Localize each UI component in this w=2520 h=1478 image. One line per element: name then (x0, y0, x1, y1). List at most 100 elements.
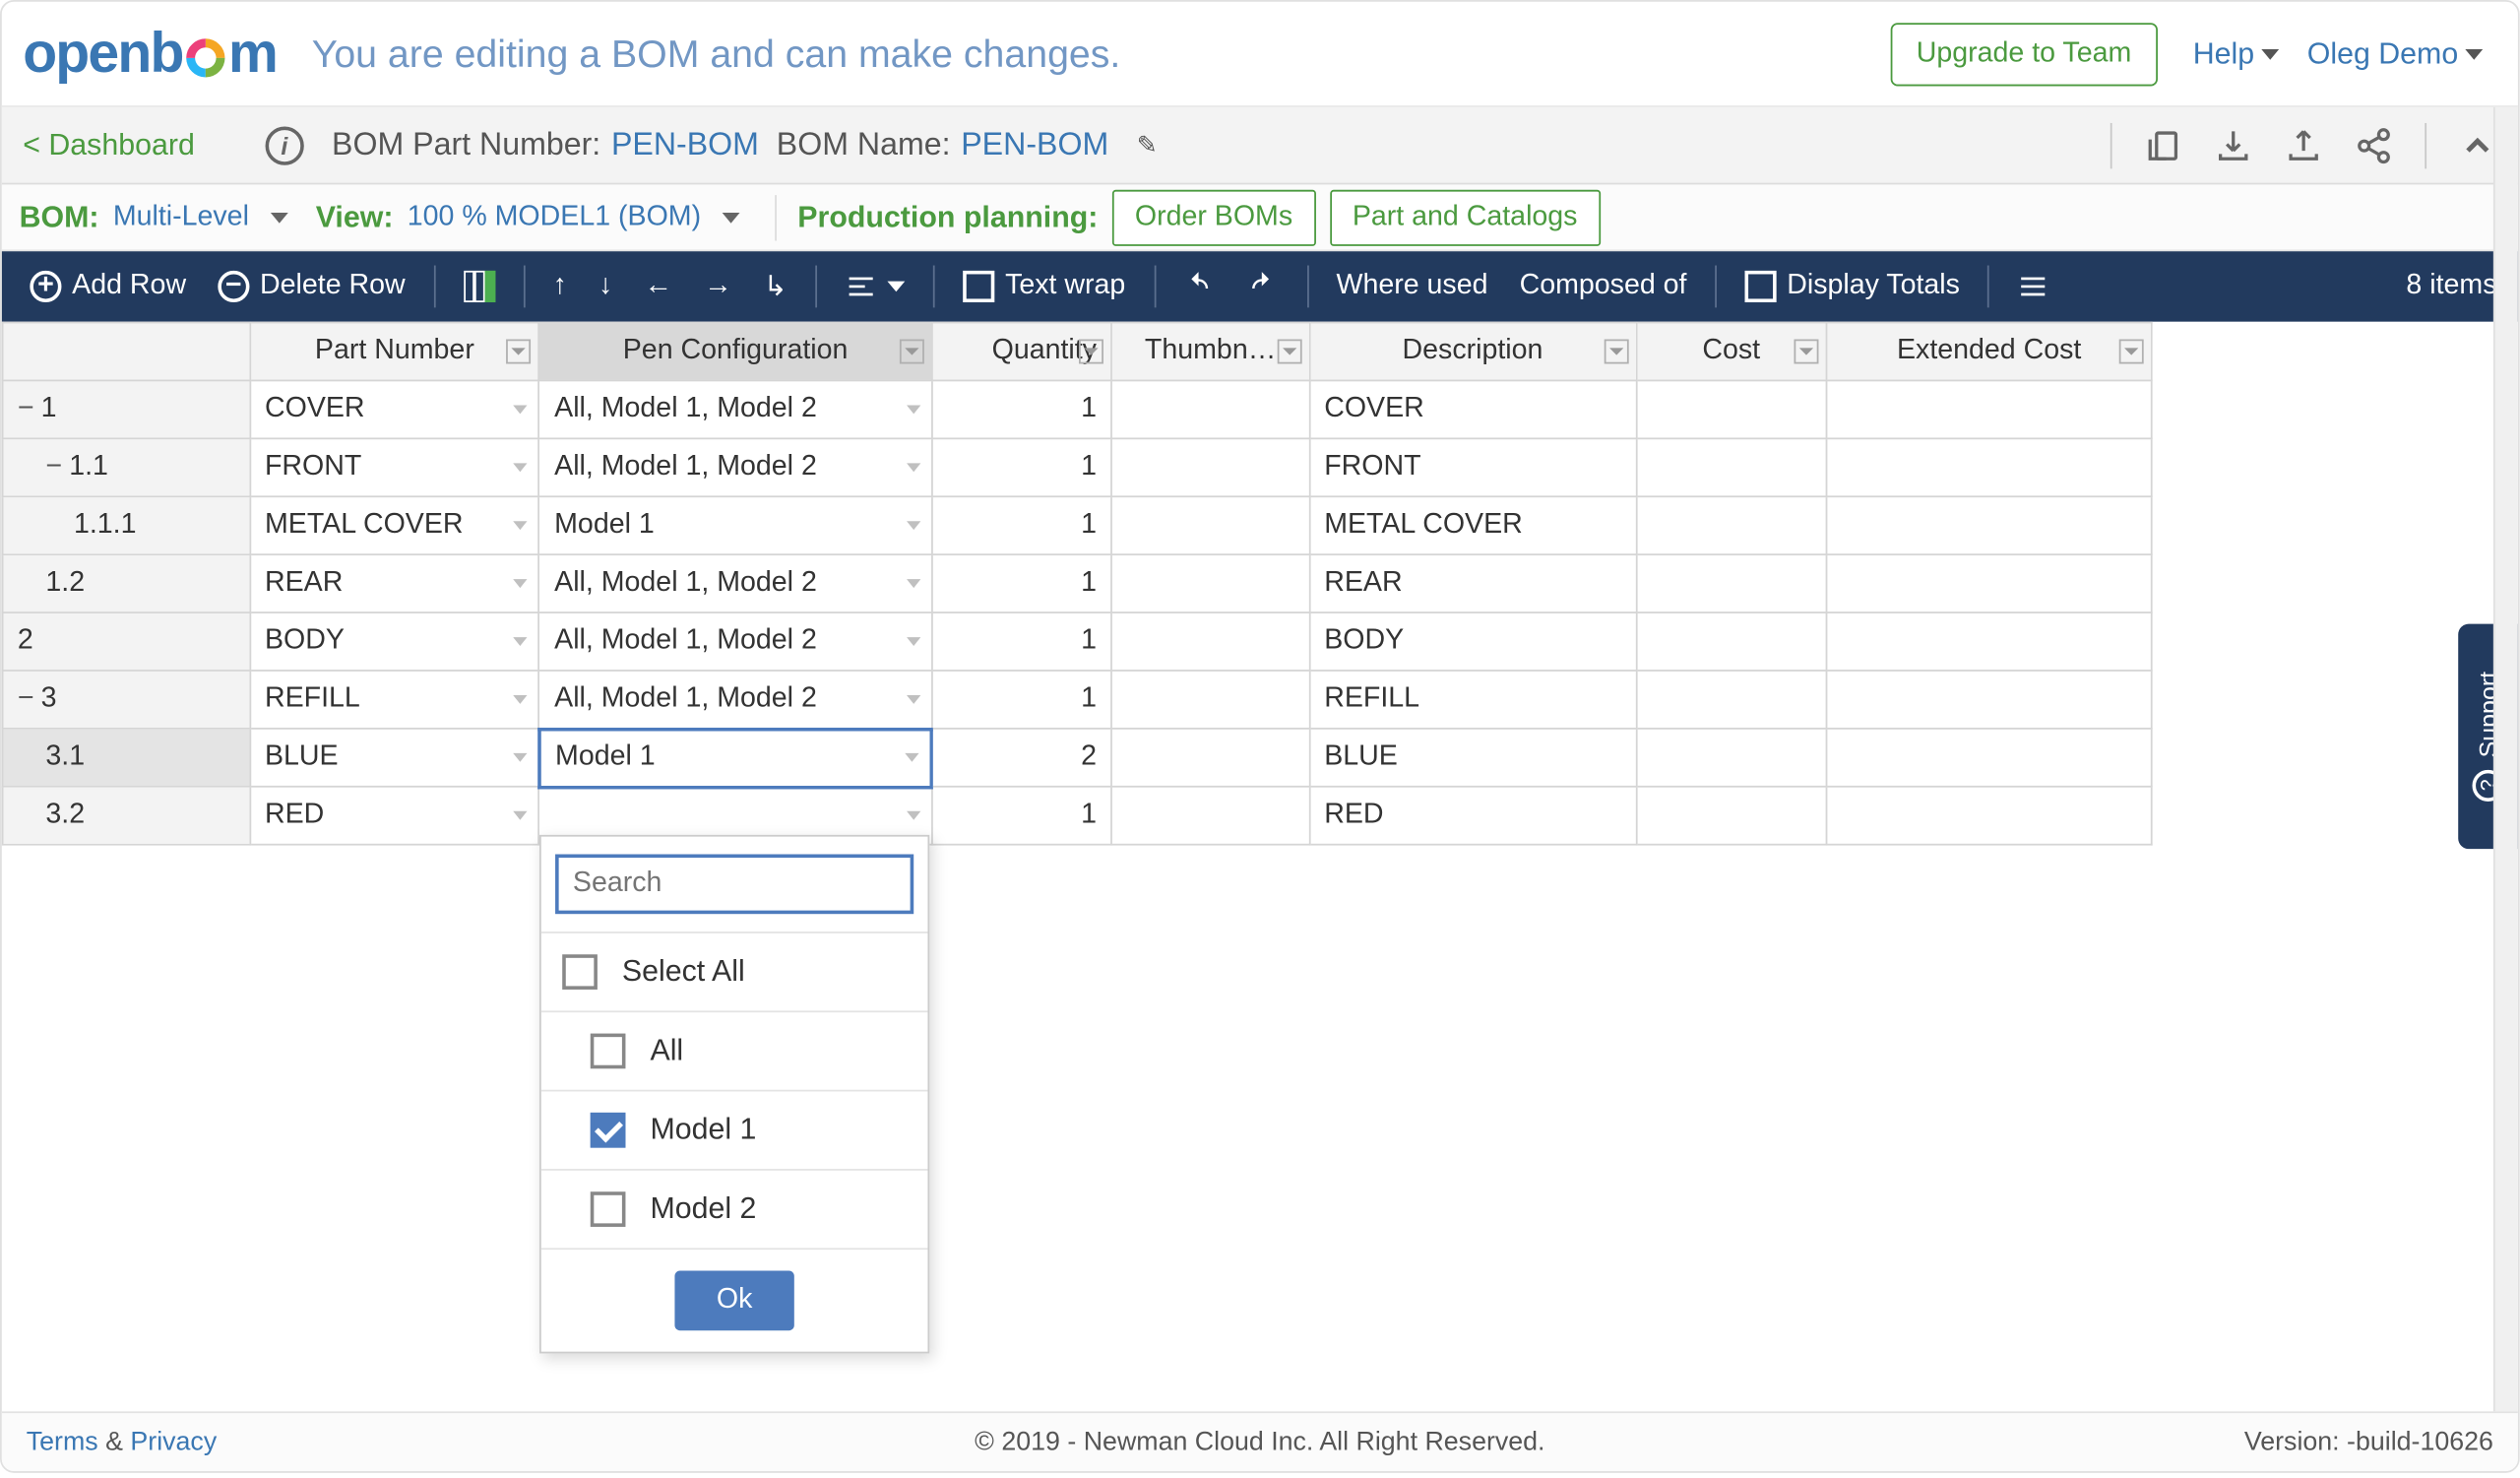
menu-button[interactable] (2011, 267, 2056, 305)
cost-cell[interactable] (1636, 612, 1827, 671)
quantity-cell[interactable]: 1 (931, 671, 1111, 729)
pen-configuration-cell[interactable]: All, Model 1, Model 2 (539, 612, 931, 671)
thumbnail-cell[interactable] (1111, 729, 1309, 787)
tree-cell[interactable]: −3 (3, 671, 250, 729)
filter-icon[interactable] (1795, 340, 1819, 364)
table-row[interactable]: −1COVERAll, Model 1, Model 21COVER (3, 380, 2152, 438)
upgrade-button[interactable]: Upgrade to Team (1890, 22, 2158, 85)
thumbnail-cell[interactable] (1111, 612, 1309, 671)
dashboard-back-link[interactable]: < Dashboard (23, 127, 195, 162)
align-button[interactable] (839, 267, 913, 305)
pen-configuration-cell[interactable]: All, Model 1, Model 2 (539, 671, 931, 729)
chevron-up-icon[interactable] (2458, 126, 2496, 164)
filter-icon[interactable] (1277, 340, 1301, 364)
quantity-cell[interactable]: 1 (931, 612, 1111, 671)
thumbnail-cell[interactable] (1111, 671, 1309, 729)
part-number-cell[interactable]: METAL COVER (250, 496, 539, 554)
extended-cost-cell[interactable] (1827, 612, 2152, 671)
quantity-cell[interactable]: 1 (931, 787, 1111, 845)
user-menu[interactable]: Oleg Demo (2307, 36, 2483, 72)
dropdown-option[interactable]: Model 1 (541, 1090, 928, 1169)
quantity-cell[interactable]: 1 (931, 380, 1111, 438)
description-cell[interactable]: COVER (1309, 380, 1636, 438)
description-cell[interactable]: BODY (1309, 612, 1636, 671)
quantity-cell[interactable]: 1 (931, 554, 1111, 612)
quantity-cell[interactable]: 2 (931, 729, 1111, 787)
description-cell[interactable]: REFILL (1309, 671, 1636, 729)
arrow-right-button[interactable]: → (697, 267, 739, 305)
layout-button[interactable] (456, 267, 501, 305)
edit-icon[interactable]: ✎ (1137, 130, 1158, 160)
composed-of-button[interactable]: Composed of (1512, 267, 1693, 305)
table-row[interactable]: 1.1.1METAL COVERModel 11METAL COVER (3, 496, 2152, 554)
tree-cell[interactable]: 1.1.1 (3, 496, 250, 554)
column-header[interactable]: Pen Configuration (539, 323, 931, 381)
privacy-link[interactable]: Privacy (130, 1427, 217, 1456)
extended-cost-cell[interactable] (1827, 671, 2152, 729)
help-menu[interactable]: Help (2193, 36, 2279, 72)
info-icon[interactable]: i (265, 126, 303, 164)
extended-cost-cell[interactable] (1827, 438, 2152, 496)
part-number-cell[interactable]: REFILL (250, 671, 539, 729)
arrow-return-button[interactable]: ↳ (757, 266, 794, 308)
table-row[interactable]: −3REFILLAll, Model 1, Model 21REFILL (3, 671, 2152, 729)
copy-icon[interactable] (2144, 126, 2182, 164)
pen-configuration-cell[interactable]: All, Model 1, Model 2 (539, 380, 931, 438)
part-number-cell[interactable]: BODY (250, 612, 539, 671)
cost-cell[interactable] (1636, 380, 1827, 438)
column-header[interactable]: Description (1309, 323, 1636, 381)
extended-cost-cell[interactable] (1827, 729, 2152, 787)
cost-cell[interactable] (1636, 496, 1827, 554)
table-row[interactable]: 1.2REARAll, Model 1, Model 21REAR (3, 554, 2152, 612)
download-icon[interactable] (2214, 126, 2252, 164)
cost-cell[interactable] (1636, 554, 1827, 612)
dropdown-option[interactable]: All (541, 1010, 928, 1089)
table-row[interactable]: −1.1FRONTAll, Model 1, Model 21FRONT (3, 438, 2152, 496)
quantity-cell[interactable]: 1 (931, 438, 1111, 496)
delete-row-button[interactable]: −Delete Row (211, 267, 412, 305)
thumbnail-cell[interactable] (1111, 554, 1309, 612)
tree-cell[interactable]: 2 (3, 612, 250, 671)
bom-name-value[interactable]: PEN-BOM (961, 127, 1108, 163)
cost-cell[interactable] (1636, 787, 1827, 845)
pen-configuration-cell[interactable]: All, Model 1, Model 2 (539, 438, 931, 496)
thumbnail-cell[interactable] (1111, 438, 1309, 496)
part-number-cell[interactable]: RED (250, 787, 539, 845)
cost-cell[interactable] (1636, 729, 1827, 787)
filter-icon[interactable] (2119, 340, 2144, 364)
upload-icon[interactable] (2285, 126, 2323, 164)
extended-cost-cell[interactable] (1827, 496, 2152, 554)
undo-button[interactable] (1176, 267, 1222, 305)
column-header[interactable]: Quantity (931, 323, 1111, 381)
part-number-cell[interactable]: BLUE (250, 729, 539, 787)
table-row[interactable]: 3.2RED1RED (3, 787, 2152, 845)
part-number-cell[interactable]: FRONT (250, 438, 539, 496)
add-row-button[interactable]: +Add Row (23, 267, 193, 305)
dropdown-option[interactable]: Model 2 (541, 1169, 928, 1248)
arrow-left-button[interactable]: ← (637, 267, 679, 305)
tree-cell[interactable]: −1.1 (3, 438, 250, 496)
cost-cell[interactable] (1636, 438, 1827, 496)
column-header[interactable]: Cost (1636, 323, 1827, 381)
arrow-up-button[interactable]: ↑ (545, 267, 574, 305)
description-cell[interactable]: FRONT (1309, 438, 1636, 496)
table-row[interactable]: 3.1BLUEModel 12BLUE (3, 729, 2152, 787)
tree-cell[interactable]: 3.2 (3, 787, 250, 845)
logo[interactable]: openbm (23, 21, 277, 86)
part-catalogs-button[interactable]: Part and Catalogs (1330, 189, 1601, 245)
table-row[interactable]: 2BODYAll, Model 1, Model 21BODY (3, 612, 2152, 671)
pen-configuration-cell[interactable]: Model 1 (539, 729, 931, 787)
filter-icon[interactable] (1604, 340, 1628, 364)
column-header[interactable]: Part Number (250, 323, 539, 381)
extended-cost-cell[interactable] (1827, 787, 2152, 845)
tree-cell[interactable]: 1.2 (3, 554, 250, 612)
vertical-scrollbar[interactable] (2493, 107, 2518, 1411)
thumbnail-cell[interactable] (1111, 496, 1309, 554)
bom-part-number-value[interactable]: PEN-BOM (611, 127, 759, 163)
text-wrap-toggle[interactable]: Text wrap (956, 267, 1132, 305)
select-all-option[interactable]: Select All (541, 932, 928, 1010)
part-number-cell[interactable]: REAR (250, 554, 539, 612)
where-used-button[interactable]: Where used (1329, 267, 1494, 305)
column-header[interactable]: Extended Cost (1827, 323, 2152, 381)
description-cell[interactable]: BLUE (1309, 729, 1636, 787)
